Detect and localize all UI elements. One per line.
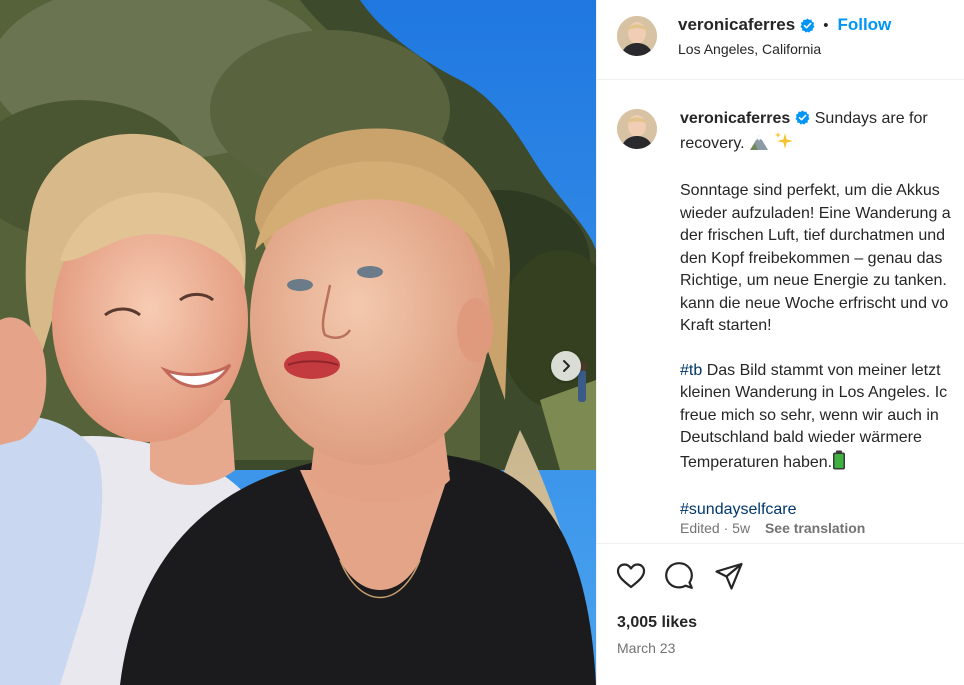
- header-user-row: veronicaferres • Follow: [678, 15, 891, 35]
- caption-line: kann die neue Woche erfrischt und vo: [680, 294, 949, 312]
- caption-line: kleinen Wanderung in Los Angeles. Ic: [680, 384, 948, 401]
- battery-emoji-icon: [832, 450, 846, 478]
- caption-line: Richtige, um neue Energie zu tanken.: [680, 272, 947, 289]
- share-icon[interactable]: [714, 561, 744, 591]
- caption-line-text: Das Bild stammt von meiner letzt: [702, 361, 941, 379]
- meta-dot: ·: [723, 520, 729, 536]
- hashtag-tb-link[interactable]: #tb: [680, 362, 702, 379]
- selfie-photo-image: [0, 0, 596, 685]
- sparkles-emoji-icon: [774, 131, 794, 159]
- action-bar: [597, 544, 964, 600]
- avatar[interactable]: [617, 16, 657, 56]
- chevron-right-icon: [563, 360, 570, 372]
- caption-text: veronicaferres Sundays are for recovery.…: [680, 108, 964, 522]
- caption-username-link[interactable]: veronicaferres: [680, 110, 790, 127]
- edited-label: Edited: [680, 520, 720, 536]
- caption-paragraph-1: Sonntage sind perfekt, um die Akkus wied…: [680, 180, 964, 338]
- caption-line: der frischen Luft, tief durchatmen und: [680, 227, 946, 244]
- likes-count[interactable]: 3,005 likes: [617, 614, 697, 632]
- caption-recovery-text: recovery.: [680, 134, 745, 152]
- caption-line: wieder aufzuladen! Eine Wanderung a: [680, 204, 951, 222]
- verified-badge-icon: [800, 17, 815, 33]
- username-link[interactable]: veronicaferres: [678, 15, 795, 35]
- mountain-emoji-icon: [749, 133, 769, 159]
- caption-line: Sonntage sind perfekt, um die Akkus: [680, 182, 940, 199]
- post-date: March 23: [617, 640, 676, 656]
- caption-line: Deutschland bald wieder wärmere: [680, 429, 922, 446]
- comment-icon[interactable]: [664, 561, 694, 591]
- caption-line: den Kopf freibekommen – genau das: [680, 249, 943, 267]
- location-link[interactable]: Los Angeles, California: [678, 41, 821, 57]
- caption-meta: Edited · 5w See translation: [680, 520, 865, 536]
- follow-button[interactable]: Follow: [837, 15, 891, 35]
- instagram-post-view: veronicaferres • Follow Los Angeles, Cal…: [0, 0, 964, 685]
- post-details-panel: veronicaferres • Follow Los Angeles, Cal…: [596, 0, 964, 685]
- post-age[interactable]: 5w: [732, 520, 750, 536]
- avatar[interactable]: [617, 109, 657, 149]
- heart-icon[interactable]: [616, 561, 646, 591]
- separator-dot: •: [823, 16, 829, 34]
- caption-heading: veronicaferres Sundays are for: [680, 108, 964, 131]
- post-header: veronicaferres • Follow Los Angeles, Cal…: [597, 0, 964, 80]
- caption-first-text: Sundays are for: [814, 110, 928, 127]
- caption-line: freue mich so sehr, wenn wir auch in: [680, 406, 939, 424]
- caption-line-text: Temperaturen haben.: [680, 453, 833, 471]
- hashtag-sundayselfcare-link[interactable]: #sundayselfcare: [680, 501, 797, 518]
- caption-second-line: recovery.: [680, 131, 964, 159]
- see-translation-button[interactable]: See translation: [765, 520, 865, 536]
- caption-paragraph-2: #tb Das Bild stammt von meiner letzt kle…: [680, 360, 964, 478]
- caption-paragraph-3: #sundayselfcare: [680, 499, 964, 522]
- caption-section: veronicaferres Sundays are for recovery.…: [597, 80, 964, 544]
- caption-line: #tb Das Bild stammt von meiner letzt: [680, 360, 964, 383]
- caption-line: Kraft starten!: [680, 317, 772, 334]
- verified-badge-icon: [795, 110, 810, 125]
- next-photo-button[interactable]: [551, 351, 581, 381]
- post-photo[interactable]: [0, 0, 596, 685]
- caption-line: Temperaturen haben.: [680, 450, 964, 478]
